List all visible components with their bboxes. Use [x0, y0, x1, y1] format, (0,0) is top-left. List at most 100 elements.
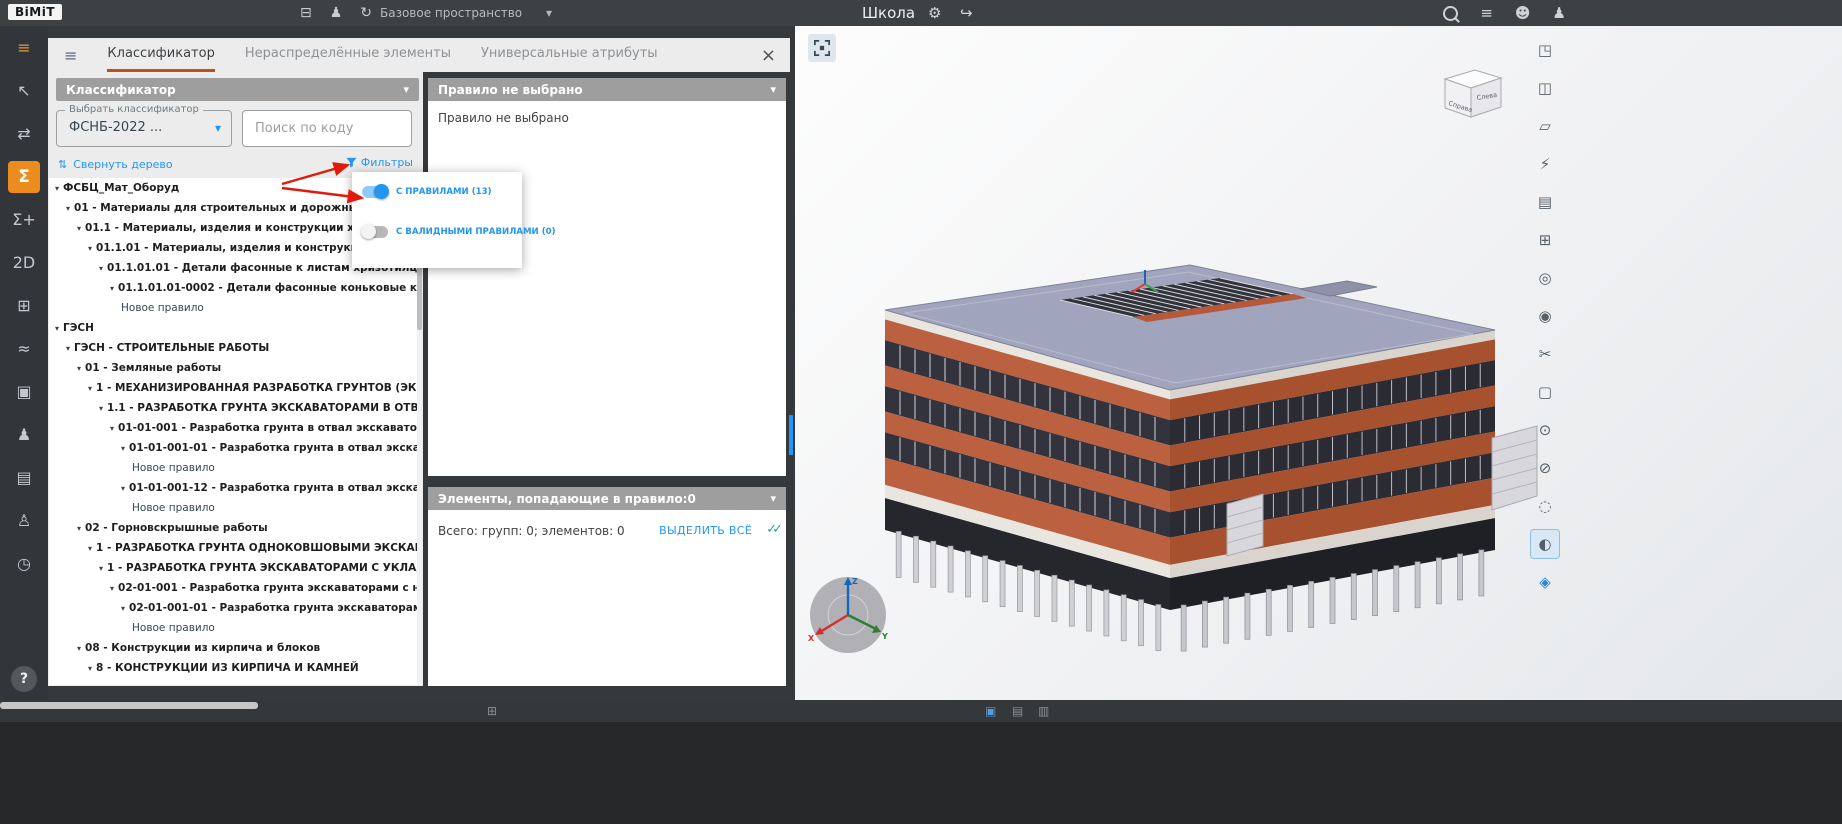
bottom-layers-icon[interactable]: ▥	[1038, 704, 1049, 718]
filters-button[interactable]: Фильтры	[346, 156, 413, 169]
bottom-window-icon[interactable]: ▣	[985, 704, 996, 718]
section-box-icon[interactable]: ◫	[1531, 74, 1559, 102]
tree-item[interactable]: ▾01-01-001 - Разработка грунта в отвал э…	[49, 418, 417, 438]
tree-item[interactable]: ▾01.1.01.01-0002 - Детали фасонные коньк…	[49, 278, 417, 298]
workspace-selector[interactable]: Базовое пространство ▾	[380, 0, 552, 26]
2d-view-icon[interactable]: 2D	[0, 241, 48, 284]
tree-caret-icon[interactable]: ▾	[55, 184, 59, 193]
tree-rule-item[interactable]: Новое правило	[49, 298, 417, 318]
sync-icon[interactable]: ↻	[360, 5, 372, 21]
tree-item[interactable]: ▾01-01-001-12 - Разработка грунта в отва…	[49, 478, 417, 498]
tree-caret-icon[interactable]: ▾	[77, 524, 81, 533]
cut-icon[interactable]: ✂	[1531, 340, 1559, 368]
shared-folder-icon[interactable]: ▤	[0, 456, 48, 499]
tree-caret-icon[interactable]: ▾	[121, 484, 125, 493]
menu-list-icon[interactable]: ≡	[1480, 4, 1493, 22]
tree-caret-icon[interactable]: ▾	[99, 564, 103, 573]
view-cube[interactable]: Справа Слева	[1435, 64, 1507, 126]
isolate-icon[interactable]: ◌	[1531, 492, 1559, 520]
tree-caret-icon[interactable]: ▾	[77, 364, 81, 373]
tree-caret-icon[interactable]: ▾	[55, 324, 59, 333]
search-icon[interactable]	[1443, 6, 1458, 21]
account-circle-icon[interactable]: ☻	[1515, 4, 1531, 22]
tree-item[interactable]: ▾02-01-001-01 - Разработка грунта экскав…	[49, 598, 417, 618]
zoom-extents-button[interactable]	[808, 34, 836, 62]
tree-item[interactable]: ▾01 - Земляные работы	[49, 358, 417, 378]
toggle-switch[interactable]	[362, 186, 388, 198]
clash-icon[interactable]: ⚡	[1531, 150, 1559, 178]
tree-item[interactable]: ▾02-01-001 - Разработка грунта экскавато…	[49, 578, 417, 598]
dashboard-icon[interactable]: ◷	[0, 542, 48, 585]
layers-icon[interactable]: ▤	[1531, 188, 1559, 216]
mapping-icon[interactable]: ⇄	[0, 112, 48, 155]
tree-caret-icon[interactable]: ▾	[88, 544, 92, 553]
panel-resize-handle[interactable]	[789, 415, 793, 455]
user-icon[interactable]: ♟	[1553, 4, 1566, 22]
zoom-fit-icon[interactable]: ◳	[1531, 36, 1559, 64]
navigation-gizmo[interactable]: Z X Y	[803, 570, 893, 660]
tree-caret-icon[interactable]: ▾	[77, 224, 81, 233]
classifier-plus-icon[interactable]: Σ+	[0, 198, 48, 241]
double-check-icon[interactable]: ✓✓	[766, 522, 778, 537]
package-icon[interactable]: ⊟	[300, 5, 312, 21]
tab-classifier[interactable]: Классификатор	[107, 38, 214, 72]
select-all-link[interactable]: ВЫДЕЛИТЬ ВСЁ	[659, 524, 752, 537]
plugins-icon[interactable]: ▣	[0, 370, 48, 413]
select-tool-icon[interactable]: ↖	[0, 69, 48, 112]
tree-rule-item[interactable]: Новое правило	[49, 618, 417, 638]
elements-section-header[interactable]: Элементы, попадающие в правило:0 ▾	[428, 487, 786, 510]
analytics-icon[interactable]: ≈	[0, 327, 48, 370]
transparency-icon[interactable]: ◐	[1531, 530, 1559, 558]
rule-section-header[interactable]: Правило не выбрано ▾	[428, 78, 786, 101]
tree-caret-icon[interactable]: ▾	[66, 204, 70, 213]
tree-item[interactable]: ▾1 - РАЗРАБОТКА ГРУНТА ЭКСКАВАТОРАМИ С У…	[49, 558, 417, 578]
tree-caret-icon[interactable]: ▾	[99, 264, 103, 273]
grid-icon[interactable]: ⊞	[1531, 226, 1559, 254]
tree-caret-icon[interactable]: ▾	[88, 244, 92, 253]
bottom-panel-icon[interactable]: ▤	[1012, 704, 1023, 718]
tree-caret-icon[interactable]: ▾	[121, 444, 125, 453]
close-icon[interactable]: ×	[761, 45, 776, 66]
visibility-icon[interactable]: ⊙	[1531, 416, 1559, 444]
user-location-icon[interactable]: ♙	[0, 499, 48, 542]
settings-gear-icon[interactable]: ⚙	[928, 0, 941, 26]
tree-item[interactable]: ▾ГЭСН	[49, 318, 417, 338]
horizontal-scrollbar[interactable]	[0, 702, 258, 709]
tree-caret-icon[interactable]: ▾	[88, 664, 92, 673]
tree-rule-item[interactable]: Новое правило	[49, 458, 417, 478]
structure-icon[interactable]: ⊞	[0, 284, 48, 327]
focus-icon[interactable]: ◉	[1531, 302, 1559, 330]
tree-item[interactable]: ▾8 - КОНСТРУКЦИИ ИЗ КИРПИЧА И КАМНЕЙ	[49, 658, 417, 678]
selection-icon[interactable]: ▢	[1531, 378, 1559, 406]
toggle-switch[interactable]	[362, 226, 388, 238]
tree-caret-icon[interactable]: ▾	[110, 584, 114, 593]
tree-item[interactable]: ▾02 - Горновскрышные работы	[49, 518, 417, 538]
classifier-section-header[interactable]: Классификатор ▾	[56, 78, 419, 101]
collapse-tree-button[interactable]: ⇅ Свернуть дерево	[58, 158, 173, 171]
tree-item[interactable]: ▾08 - Конструкции из кирпича и блоков	[49, 638, 417, 658]
tab-unallocated-elements[interactable]: Нераспределённые элементы	[245, 38, 451, 72]
target-icon[interactable]: ◎	[1531, 264, 1559, 292]
tree-item[interactable]: ▾1.1 - РАЗРАБОТКА ГРУНТА ЭКСКАВАТОРАМИ В…	[49, 398, 417, 418]
tree-caret-icon[interactable]: ▾	[88, 384, 92, 393]
tab-universal-attributes[interactable]: Универсальные атрибуты	[481, 38, 658, 72]
model-cube-icon[interactable]: ◈	[1531, 568, 1559, 596]
tree-item[interactable]: ▾1 - РАЗРАБОТКА ГРУНТА ОДНОКОВШОВЫМИ ЭКС…	[49, 538, 417, 558]
tree-caret-icon[interactable]: ▾	[110, 284, 114, 293]
code-search-input[interactable]	[242, 110, 412, 147]
tree-caret-icon[interactable]: ▾	[99, 404, 103, 413]
panel-menu-icon[interactable]: ≡	[64, 46, 77, 65]
share-icon[interactable]: ↪	[960, 0, 973, 26]
model-browser-icon[interactable]: ≡	[0, 26, 48, 69]
tree-caret-icon[interactable]: ▾	[110, 424, 114, 433]
tree-caret-icon[interactable]: ▾	[66, 344, 70, 353]
viewport-3d[interactable]: Справа Слева ◳◫▱⚡▤⊞◎◉✂▢⊙⊘◌◐◈ Z X Y	[795, 26, 1842, 700]
tree-item[interactable]: ▾01-01-001-01 - Разработка грунта в отва…	[49, 438, 417, 458]
classifier-select[interactable]: Выбрать классификатор ФСНБ-2022 ... ▾	[56, 110, 232, 147]
tree-item[interactable]: ▾ГЭСН - СТРОИТЕЛЬНЫЕ РАБОТЫ	[49, 338, 417, 358]
classifier-icon[interactable]: Σ	[0, 155, 48, 198]
bottom-grid-icon[interactable]: ⊞	[487, 704, 497, 718]
tree-caret-icon[interactable]: ▾	[77, 644, 81, 653]
measure-icon[interactable]: ▱	[1531, 112, 1559, 140]
tree-rule-item[interactable]: Новое правило	[49, 498, 417, 518]
